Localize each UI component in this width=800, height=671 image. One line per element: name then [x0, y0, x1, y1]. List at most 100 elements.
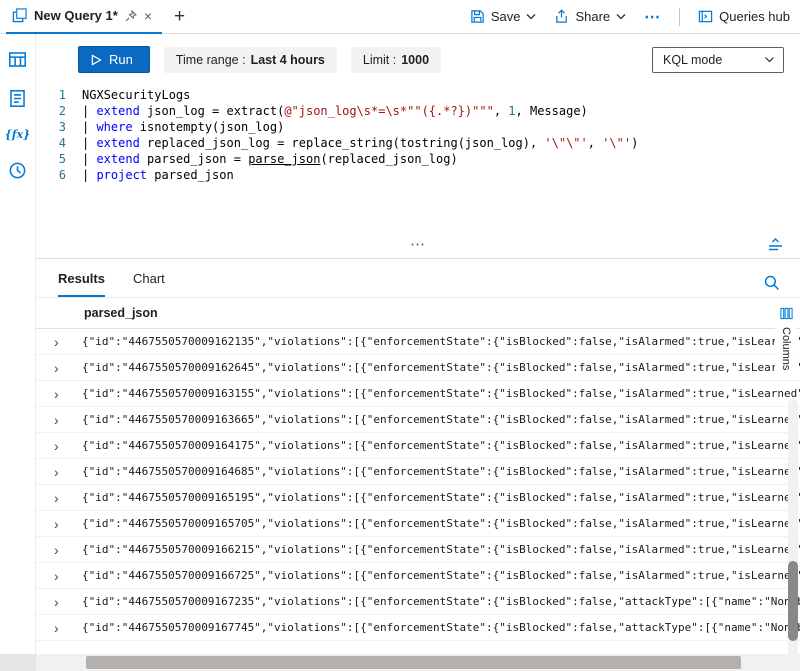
tab-results[interactable]: Results	[58, 271, 105, 297]
table-row[interactable]: ›{"id":"4467550570009167235","violations…	[36, 589, 800, 615]
functions-icon[interactable]: {fx}	[5, 128, 30, 141]
code-line[interactable]: 2| extend json_log = extract(@"json_log\…	[36, 103, 800, 119]
columns-panel-label: Columns	[780, 327, 792, 370]
expand-row-chevron-icon[interactable]: ›	[54, 517, 82, 531]
expand-row-chevron-icon[interactable]: ›	[54, 439, 82, 453]
vertical-scrollbar[interactable]	[788, 399, 798, 657]
expand-row-chevron-icon[interactable]: ›	[54, 465, 82, 479]
top-tab-bar: New Query 1* × + Save Share ⋯	[0, 0, 800, 34]
line-number: 3	[36, 119, 82, 135]
code-line[interactable]: 6| project parsed_json	[36, 167, 800, 183]
scrollbar-corner	[0, 654, 36, 671]
new-tab-button[interactable]: +	[162, 6, 197, 28]
code-token: ,	[588, 136, 602, 150]
pane-splitter[interactable]: ⋯	[36, 239, 800, 259]
code-token: extend	[96, 104, 139, 118]
splitter-handle-icon[interactable]: ⋯	[410, 235, 426, 253]
table-row[interactable]: ›{"id":"4467550570009165195","violations…	[36, 485, 800, 511]
row-json-text: {"id":"4467550570009165195","violations"…	[82, 491, 800, 504]
line-number: 6	[36, 167, 82, 183]
expand-row-chevron-icon[interactable]: ›	[54, 387, 82, 401]
save-button[interactable]: Save	[470, 9, 537, 24]
run-button[interactable]: Run	[78, 46, 150, 73]
limit-picker[interactable]: Limit : 1000	[351, 47, 441, 73]
divider	[679, 8, 680, 26]
code-token: '\"\"'	[544, 136, 587, 150]
close-tab-icon[interactable]: ×	[144, 9, 152, 23]
code-token: parsed_json =	[140, 152, 248, 166]
table-row[interactable]: ›{"id":"4467550570009164175","violations…	[36, 433, 800, 459]
time-range-picker[interactable]: Time range : Last 4 hours	[164, 47, 337, 73]
row-json-text: {"id":"4467550570009162135","violations"…	[82, 335, 800, 348]
expand-row-chevron-icon[interactable]: ›	[54, 569, 82, 583]
query-history-icon[interactable]	[8, 161, 27, 180]
code-token: replaced_json_log = replace_string(tostr…	[140, 136, 545, 150]
code-token: ,	[494, 104, 508, 118]
code-token: where	[96, 120, 132, 134]
table-row[interactable]: ›{"id":"4467550570009162135","violations…	[36, 329, 800, 355]
code-token: '\"'	[602, 136, 631, 150]
horizontal-scrollbar[interactable]	[36, 654, 800, 671]
share-label: Share	[575, 9, 610, 24]
horizontal-scrollbar-thumb[interactable]	[86, 656, 741, 669]
expand-row-chevron-icon[interactable]: ›	[54, 413, 82, 427]
row-json-text: {"id":"4467550570009163155","violations"…	[82, 387, 800, 400]
code-token: |	[82, 136, 96, 150]
kql-mode-dropdown[interactable]: KQL mode	[652, 47, 784, 73]
code-text: | extend json_log = extract(@"json_log\s…	[82, 103, 588, 119]
line-number: 5	[36, 151, 82, 167]
query-file-icon	[12, 8, 27, 23]
code-text: | extend replaced_json_log = replace_str…	[82, 135, 638, 151]
save-icon	[470, 9, 485, 24]
table-row[interactable]: ›{"id":"4467550570009163155","violations…	[36, 381, 800, 407]
results-rows: ›{"id":"4467550570009162135","violations…	[36, 329, 800, 641]
table-row[interactable]: ›{"id":"4467550570009166215","violations…	[36, 537, 800, 563]
expand-row-chevron-icon[interactable]: ›	[54, 595, 82, 609]
code-token: )	[631, 136, 638, 150]
vertical-scrollbar-thumb[interactable]	[788, 561, 798, 641]
chevron-down-icon	[764, 56, 775, 63]
expand-row-chevron-icon[interactable]: ›	[54, 621, 82, 635]
example-queries-icon[interactable]	[8, 89, 27, 108]
table-row[interactable]: ›{"id":"4467550570009163665","violations…	[36, 407, 800, 433]
code-token: parse_json	[248, 152, 320, 166]
table-row[interactable]: ›{"id":"4467550570009164685","violations…	[36, 459, 800, 485]
table-row[interactable]: ›{"id":"4467550570009166725","violations…	[36, 563, 800, 589]
chevron-down-icon	[616, 13, 626, 20]
share-button[interactable]: Share	[554, 9, 626, 24]
table-row[interactable]: ›{"id":"4467550570009162645","violations…	[36, 355, 800, 381]
collapse-editor-icon[interactable]	[767, 237, 784, 252]
expand-row-chevron-icon[interactable]: ›	[54, 543, 82, 557]
line-number: 2	[36, 103, 82, 119]
more-options-button[interactable]: ⋯	[644, 7, 661, 27]
columns-panel-toggle[interactable]: Columns	[775, 303, 797, 374]
code-token: (replaced_json_log)	[320, 152, 457, 166]
code-text: | where isnotempty(json_log)	[82, 119, 284, 135]
column-header-parsed-json[interactable]: parsed_json	[36, 297, 800, 329]
code-token: , Message)	[516, 104, 588, 118]
tab-chart[interactable]: Chart	[133, 271, 165, 297]
row-json-text: {"id":"4467550570009164175","violations"…	[82, 439, 800, 452]
table-row[interactable]: ›{"id":"4467550570009167745","violations…	[36, 615, 800, 641]
row-json-text: {"id":"4467550570009165705","violations"…	[82, 517, 800, 530]
code-token: extend	[96, 136, 139, 150]
code-token: project	[96, 168, 147, 182]
queries-hub-button[interactable]: Queries hub	[698, 9, 790, 24]
code-line[interactable]: 1NGXSecurityLogs	[36, 87, 800, 103]
expand-row-chevron-icon[interactable]: ›	[54, 335, 82, 349]
expand-row-chevron-icon[interactable]: ›	[54, 491, 82, 505]
code-line[interactable]: 5| extend parsed_json = parse_json(repla…	[36, 151, 800, 167]
code-token: NGXSecurityLogs	[82, 88, 190, 102]
expand-row-chevron-icon[interactable]: ›	[54, 361, 82, 375]
query-editor[interactable]: 1NGXSecurityLogs2| extend json_log = ext…	[36, 81, 800, 239]
chevron-down-icon	[526, 13, 536, 20]
limit-value: 1000	[401, 53, 429, 67]
pin-icon[interactable]	[125, 10, 137, 22]
search-results-icon[interactable]	[763, 274, 780, 297]
code-line[interactable]: 3| where isnotempty(json_log)	[36, 119, 800, 135]
tables-icon[interactable]	[8, 50, 27, 69]
code-token: isnotempty(json_log)	[133, 120, 285, 134]
code-line[interactable]: 4| extend replaced_json_log = replace_st…	[36, 135, 800, 151]
query-tab[interactable]: New Query 1* ×	[6, 0, 162, 34]
table-row[interactable]: ›{"id":"4467550570009165705","violations…	[36, 511, 800, 537]
